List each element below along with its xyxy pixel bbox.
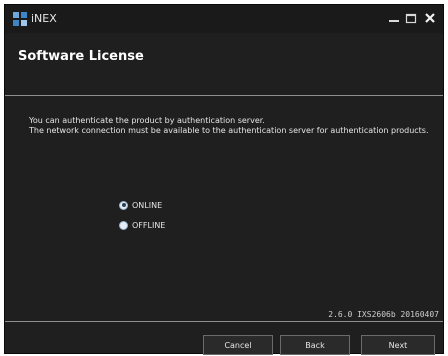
minimize-icon[interactable]	[387, 11, 401, 25]
next-button[interactable]: Next	[361, 335, 435, 355]
license-dialog: iNEX Software License You can authentica…	[4, 4, 444, 355]
header-divider	[5, 95, 443, 96]
description: You can authenticate the product by auth…	[29, 116, 429, 136]
footer-divider	[5, 321, 443, 322]
radio-offline[interactable]: OFFLINE	[119, 218, 165, 232]
radio-online-label[interactable]: ONLINE	[132, 201, 162, 210]
description-line-1: You can authenticate the product by auth…	[29, 116, 265, 125]
radio-online[interactable]: ONLINE	[119, 198, 162, 212]
close-icon[interactable]	[423, 11, 437, 25]
title-bar[interactable]: iNEX	[5, 5, 443, 33]
app-title: iNEX	[31, 12, 57, 25]
radio-offline-indicator[interactable]	[119, 220, 128, 230]
app-logo-icon	[13, 12, 27, 26]
maximize-icon[interactable]	[404, 11, 418, 25]
radio-offline-label[interactable]: OFFLINE	[132, 221, 165, 230]
radio-online-indicator[interactable]	[119, 200, 128, 210]
page-title: Software License	[18, 49, 144, 64]
description-line-2: The network connection must be available…	[29, 126, 429, 135]
cancel-button[interactable]: Cancel	[203, 335, 273, 355]
version-text: 2.6.0 IXS2606b 20160407	[328, 310, 439, 319]
back-button[interactable]: Back	[280, 335, 350, 355]
radio-selected-dot	[121, 203, 126, 207]
